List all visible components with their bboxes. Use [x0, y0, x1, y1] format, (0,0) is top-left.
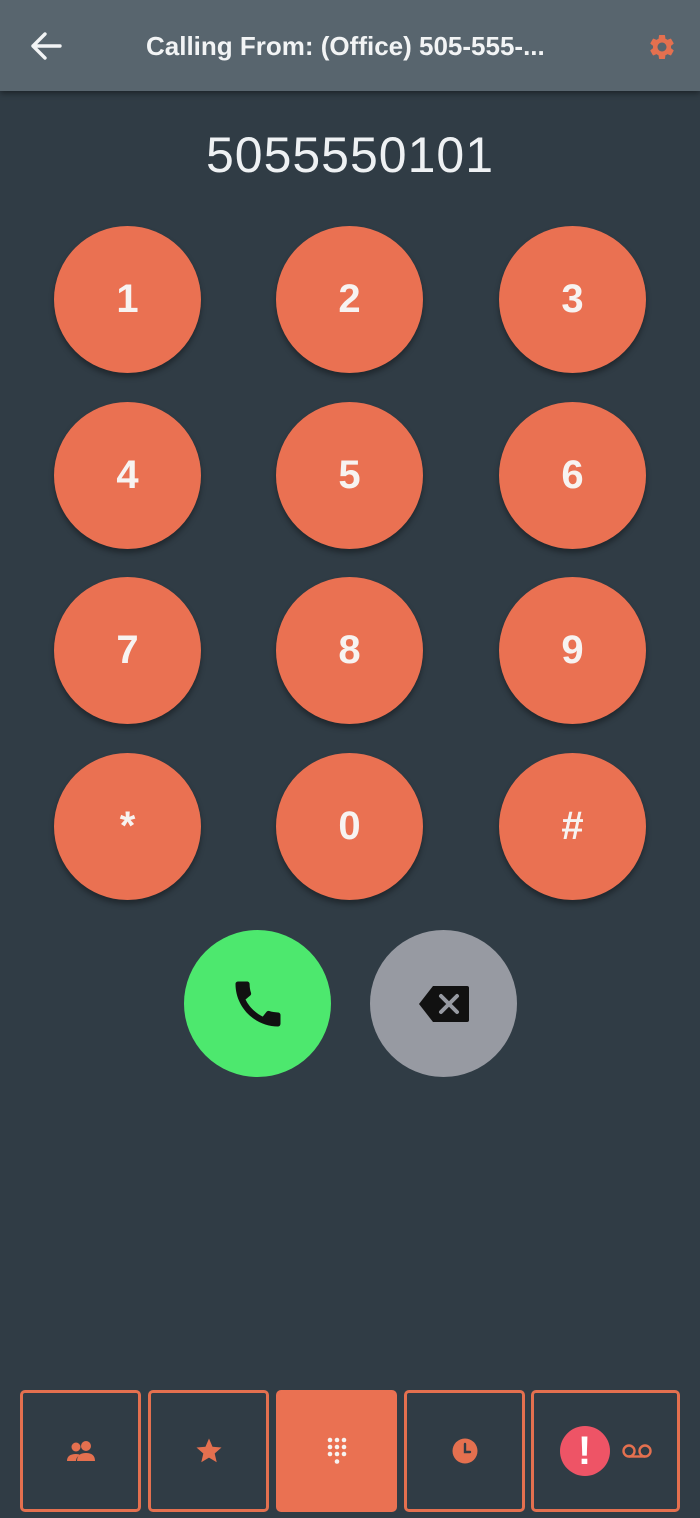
- backspace-button[interactable]: [370, 930, 517, 1077]
- dialed-number-display: 5055550101: [205, 127, 495, 183]
- key-label: 8: [338, 628, 361, 672]
- key-label: 7: [116, 628, 139, 672]
- key-label: 4: [116, 453, 139, 497]
- phone-icon: [235, 981, 280, 1026]
- key-9[interactable]: 9: [499, 577, 646, 724]
- tab-voicemail[interactable]: !: [531, 1390, 680, 1512]
- arrow-left-icon: [31, 32, 62, 60]
- key-1[interactable]: 1: [54, 226, 201, 373]
- key-label: *: [119, 804, 136, 848]
- key-label: 6: [561, 453, 584, 497]
- key-8[interactable]: 8: [276, 577, 423, 724]
- key-label: 1: [116, 277, 139, 321]
- backspace-icon: [418, 985, 469, 1022]
- calling-from-title: Calling From: (Office) 505-555-...: [146, 31, 545, 61]
- key-7[interactable]: 7: [54, 577, 201, 724]
- key-6[interactable]: 6: [499, 402, 646, 549]
- key-hash[interactable]: #: [499, 753, 646, 900]
- top-app-bar: Calling From: (Office) 505-555-...: [0, 0, 700, 91]
- key-label: 0: [338, 804, 361, 848]
- key-label: 9: [561, 628, 584, 672]
- key-5[interactable]: 5: [276, 402, 423, 549]
- voicemail-icon: [621, 1444, 652, 1458]
- tab-favorites[interactable]: [148, 1390, 269, 1512]
- key-0[interactable]: 0: [276, 753, 423, 900]
- bottom-tab-bar: !: [0, 1389, 700, 1514]
- key-2[interactable]: 2: [276, 226, 423, 373]
- tab-contacts[interactable]: [20, 1390, 141, 1512]
- key-label: 2: [338, 277, 361, 321]
- clock-icon: [452, 1438, 477, 1464]
- dialpad-icon: [327, 1437, 346, 1464]
- key-label: 3: [561, 277, 584, 321]
- gear-icon: [650, 34, 674, 59]
- settings-button[interactable]: [644, 29, 680, 65]
- back-button[interactable]: [26, 28, 66, 64]
- key-label: #: [561, 804, 584, 848]
- call-button[interactable]: [184, 930, 331, 1077]
- key-4[interactable]: 4: [54, 402, 201, 549]
- tab-recents[interactable]: [404, 1390, 525, 1512]
- alert-badge: !: [559, 1426, 610, 1476]
- star-icon: [196, 1438, 221, 1463]
- key-label: 5: [338, 453, 361, 497]
- key-star[interactable]: *: [54, 753, 201, 900]
- key-3[interactable]: 3: [499, 226, 646, 373]
- contacts-icon: [66, 1441, 95, 1461]
- tab-keypad[interactable]: [276, 1390, 397, 1512]
